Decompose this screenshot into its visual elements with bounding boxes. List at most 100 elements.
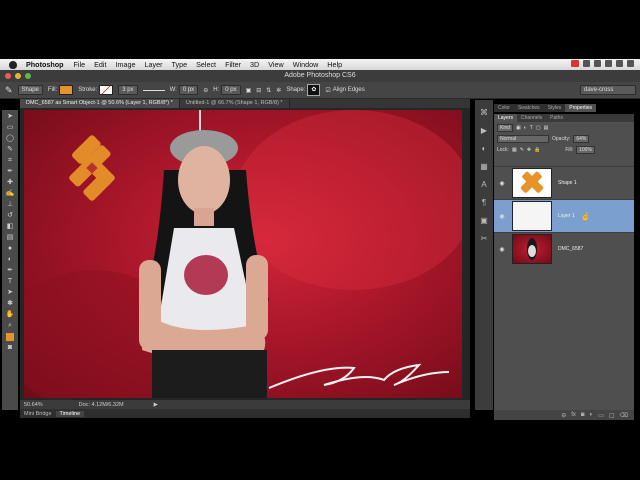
tab-styles[interactable]: Styles: [544, 104, 566, 112]
menu-3d[interactable]: 3D: [250, 60, 259, 69]
blur-tool-icon[interactable]: ●: [5, 245, 15, 253]
blend-mode-dropdown[interactable]: Normal: [497, 134, 549, 143]
lasso-tool-icon[interactable]: ◯: [5, 135, 15, 143]
apple-menu-icon[interactable]: [9, 60, 17, 69]
crop-tool-icon[interactable]: ⌗: [5, 157, 15, 165]
layer-mask-icon[interactable]: ◙: [581, 412, 585, 418]
filter-smart-icon[interactable]: ▤: [544, 125, 549, 131]
new-group-icon[interactable]: ▭: [598, 412, 604, 419]
tab-color[interactable]: Color: [494, 104, 514, 112]
path-ops-icon[interactable]: ▣: [246, 87, 252, 94]
align-edges-checkbox[interactable]: ☑: [325, 87, 330, 94]
status-menu-arrow-icon[interactable]: ▶: [154, 402, 158, 408]
path-align-icon[interactable]: ⊟: [256, 87, 261, 94]
eyedropper-tool-icon[interactable]: ✒: [5, 168, 15, 176]
stroke-size-field[interactable]: 3 px: [118, 85, 138, 95]
filter-adjust-icon[interactable]: ◐: [524, 125, 527, 131]
layer-row-shape-1[interactable]: ◉ Shape 1: [494, 166, 634, 199]
lock-brush-icon[interactable]: ✎: [520, 147, 524, 153]
link-icon[interactable]: ⊖: [203, 87, 208, 94]
fill-field[interactable]: 100%: [576, 145, 595, 154]
adjustment-layer-icon[interactable]: ◐: [590, 412, 594, 418]
tab-document-2[interactable]: Untitled-1 @ 66.7% (Shape 1, RGB/8) *: [179, 99, 290, 108]
hand-tool-icon[interactable]: ✋: [5, 311, 15, 319]
custom-shape-picker[interactable]: ✿: [307, 84, 321, 96]
tab-paths[interactable]: Paths: [546, 114, 567, 122]
eraser-tool-icon[interactable]: ◧: [5, 223, 15, 231]
close-window-icon[interactable]: [5, 73, 11, 79]
quick-mask-icon[interactable]: ◙: [5, 344, 15, 352]
lock-all-icon[interactable]: 🔒: [534, 147, 540, 153]
dodge-tool-icon[interactable]: ◐: [5, 256, 15, 264]
path-arrange-icon[interactable]: ⇅: [266, 87, 271, 94]
tab-mini-bridge[interactable]: Mini Bridge: [20, 411, 56, 417]
gear-icon[interactable]: ✲: [276, 87, 281, 94]
shape-mode-dropdown[interactable]: Shape: [17, 85, 43, 95]
filter-shape-icon[interactable]: ▢: [536, 125, 541, 131]
menu-edit[interactable]: Edit: [94, 60, 106, 69]
visibility-eye-icon[interactable]: ◉: [498, 213, 506, 220]
tab-timeline[interactable]: Timeline: [55, 410, 85, 417]
fill-swatch[interactable]: [59, 85, 74, 95]
tab-channels[interactable]: Channels: [517, 114, 546, 122]
width-field[interactable]: 0 px: [178, 85, 199, 95]
foreground-color-icon[interactable]: [6, 333, 14, 341]
layer-row-dmc[interactable]: ◉ DMC_6587: [494, 232, 634, 265]
layer-row-layer-1[interactable]: ◉ Layer 1 ☝: [494, 199, 634, 232]
opacity-field[interactable]: 64%: [573, 134, 590, 143]
menu-type[interactable]: Type: [171, 60, 187, 69]
gradient-tool-icon[interactable]: ▤: [5, 234, 15, 242]
layer-name[interactable]: Shape 1: [558, 180, 577, 186]
lock-transparency-icon[interactable]: ▦: [512, 147, 517, 153]
clone-stamp-tool-icon[interactable]: ⊥: [5, 201, 15, 209]
adjustments-icon[interactable]: ◐: [479, 144, 489, 154]
doc-size[interactable]: Doc: 4.12M/6.32M: [79, 402, 124, 408]
healing-tool-icon[interactable]: ✚: [5, 179, 15, 187]
layer-name[interactable]: Layer 1: [558, 213, 575, 219]
actions-icon[interactable]: ▶: [479, 126, 489, 136]
layer-filter-kind[interactable]: Kind: [497, 123, 514, 132]
stroke-swatch[interactable]: [99, 85, 114, 95]
menu-filter[interactable]: Filter: [225, 60, 241, 69]
document-canvas[interactable]: [24, 110, 462, 398]
move-tool-icon[interactable]: ➤: [5, 113, 15, 121]
layer-name[interactable]: DMC_6587: [558, 246, 583, 252]
minimize-window-icon[interactable]: [15, 73, 21, 79]
tab-document-1[interactable]: DMC_6587 as Smart Object-1 @ 50.6% (Laye…: [20, 99, 180, 108]
menu-image[interactable]: Image: [116, 60, 136, 69]
swatches-panel-icon[interactable]: ▦: [479, 162, 489, 172]
status-icon[interactable]: [583, 60, 590, 67]
zoom-tool-icon[interactable]: ⌕: [5, 322, 15, 330]
visibility-eye-icon[interactable]: ◉: [498, 246, 506, 253]
tab-layers[interactable]: Layers: [494, 114, 518, 122]
spotlight-icon[interactable]: [627, 60, 634, 67]
type-tool-icon[interactable]: T: [5, 278, 15, 286]
character-icon[interactable]: A: [479, 180, 489, 190]
tab-properties[interactable]: Properties: [565, 104, 597, 112]
link-layers-icon[interactable]: ⊖: [561, 412, 566, 419]
quick-select-tool-icon[interactable]: ✎: [5, 146, 15, 154]
tab-swatches[interactable]: Swatches: [514, 104, 544, 112]
tool-presets-icon[interactable]: ✂: [479, 234, 489, 244]
new-layer-icon[interactable]: ▢: [609, 412, 615, 419]
pen-tool-preset-icon[interactable]: ✎: [5, 85, 13, 96]
menu-file[interactable]: File: [74, 60, 86, 69]
zoom-window-icon[interactable]: [25, 73, 31, 79]
menu-select[interactable]: Select: [196, 60, 216, 69]
path-select-tool-icon[interactable]: ➤: [5, 289, 15, 297]
history-icon[interactable]: ⌘: [479, 108, 489, 118]
history-brush-tool-icon[interactable]: ↺: [5, 212, 15, 220]
workspace-dropdown[interactable]: dave-cross: [580, 85, 636, 95]
marquee-tool-icon[interactable]: ▭: [5, 124, 15, 132]
height-field[interactable]: 0 px: [221, 85, 241, 95]
menu-help[interactable]: Help: [327, 60, 342, 69]
visibility-eye-icon[interactable]: ◉: [498, 180, 506, 187]
shape-tool-icon[interactable]: ✱: [5, 300, 15, 308]
zoom-level[interactable]: 50.64%: [24, 402, 43, 408]
trash-icon[interactable]: ⌫: [620, 412, 628, 419]
menu-app-name[interactable]: Photoshop: [26, 60, 64, 69]
status-icon[interactable]: [605, 60, 612, 67]
lock-move-icon[interactable]: ✥: [527, 147, 531, 153]
filter-pixel-icon[interactable]: ▣: [516, 125, 521, 131]
brush-panel-icon[interactable]: ▣: [479, 216, 489, 226]
